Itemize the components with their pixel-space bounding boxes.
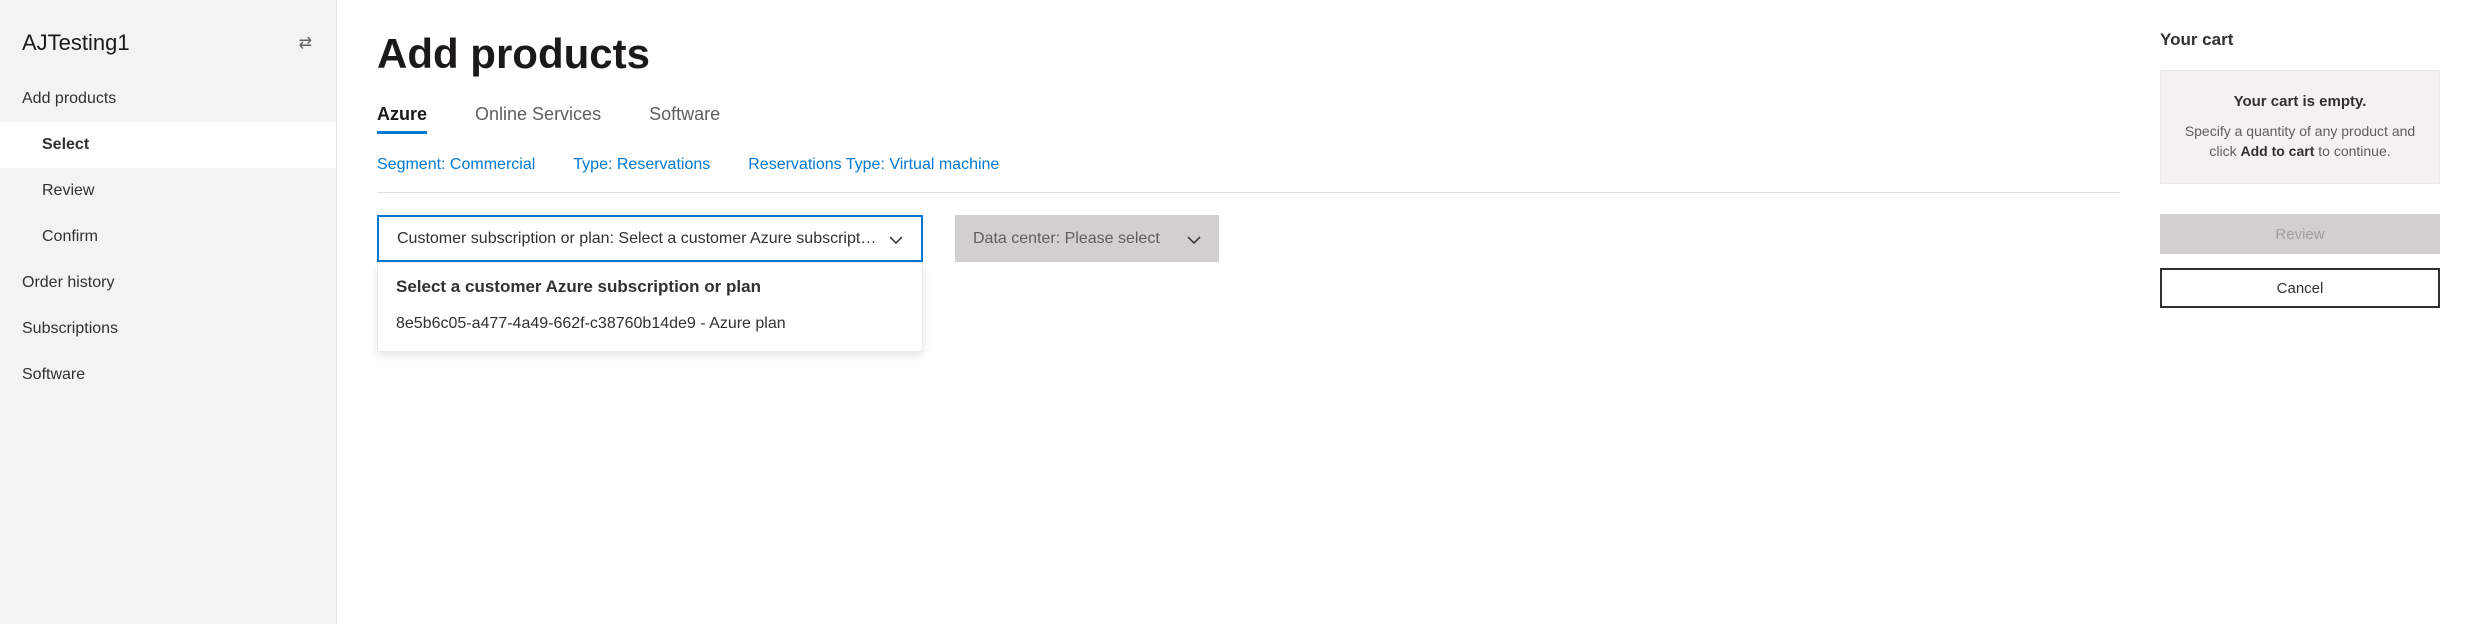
sidebar-title: AJTesting1 bbox=[22, 30, 130, 56]
sidebar: AJTesting1 ⇄ Add products Select Review … bbox=[0, 0, 337, 624]
main-left-column: Add products Azure Online Services Softw… bbox=[377, 30, 2120, 594]
cart-empty-text-bold: Add to cart bbox=[2240, 143, 2314, 159]
sidebar-item-order-history[interactable]: Order history bbox=[0, 260, 336, 306]
subscription-dropdown-wrap: Customer subscription or plan: Select a … bbox=[377, 215, 923, 262]
sidebar-item-subscriptions[interactable]: Subscriptions bbox=[0, 306, 336, 352]
sidebar-item-software[interactable]: Software bbox=[0, 352, 336, 398]
filter-reservations-type[interactable]: Reservations Type: Virtual machine bbox=[748, 156, 999, 174]
filter-segment[interactable]: Segment: Commercial bbox=[377, 156, 535, 174]
cart-empty-box: Your cart is empty. Specify a quantity o… bbox=[2160, 70, 2440, 184]
main-content: Add products Azure Online Services Softw… bbox=[337, 0, 2480, 624]
datacenter-dropdown-label: Data center: Please select bbox=[973, 230, 1160, 248]
chevron-down-icon bbox=[889, 231, 903, 247]
cancel-button[interactable]: Cancel bbox=[2160, 268, 2440, 308]
dropdown-row: Customer subscription or plan: Select a … bbox=[377, 215, 2120, 262]
tab-software[interactable]: Software bbox=[649, 104, 720, 134]
sidebar-item-review[interactable]: Review bbox=[0, 168, 336, 214]
review-button[interactable]: Review bbox=[2160, 214, 2440, 254]
tab-online-services[interactable]: Online Services bbox=[475, 104, 601, 134]
filter-type[interactable]: Type: Reservations bbox=[573, 156, 710, 174]
chevron-down-icon bbox=[1187, 231, 1201, 247]
cart-empty-heading: Your cart is empty. bbox=[2175, 93, 2425, 110]
subscription-dropdown-list-header: Select a customer Azure subscription or … bbox=[396, 277, 904, 297]
cart-title: Your cart bbox=[2160, 30, 2440, 50]
subscription-dropdown-list: Select a customer Azure subscription or … bbox=[377, 262, 923, 352]
sidebar-header: AJTesting1 ⇄ bbox=[0, 0, 336, 76]
sidebar-item-add-products[interactable]: Add products bbox=[0, 76, 336, 122]
sidebar-item-confirm[interactable]: Confirm bbox=[0, 214, 336, 260]
page-title: Add products bbox=[377, 30, 2120, 78]
cart-empty-text-2: to continue. bbox=[2314, 143, 2390, 159]
filter-breadcrumb: Segment: Commercial Type: Reservations R… bbox=[377, 156, 2120, 193]
subscription-dropdown-label: Customer subscription or plan: Select a … bbox=[397, 230, 877, 248]
tab-azure[interactable]: Azure bbox=[377, 104, 427, 134]
subscription-dropdown[interactable]: Customer subscription or plan: Select a … bbox=[377, 215, 923, 262]
cart-panel: Your cart Your cart is empty. Specify a … bbox=[2160, 30, 2440, 594]
datacenter-dropdown[interactable]: Data center: Please select bbox=[955, 215, 1219, 262]
product-tabs: Azure Online Services Software bbox=[377, 104, 2120, 134]
swap-icon[interactable]: ⇄ bbox=[299, 33, 312, 53]
sidebar-item-select[interactable]: Select bbox=[0, 122, 336, 168]
subscription-dropdown-item[interactable]: 8e5b6c05-a477-4a49-662f-c38760b14de9 - A… bbox=[396, 311, 904, 337]
cart-empty-text: Specify a quantity of any product and cl… bbox=[2175, 122, 2425, 161]
